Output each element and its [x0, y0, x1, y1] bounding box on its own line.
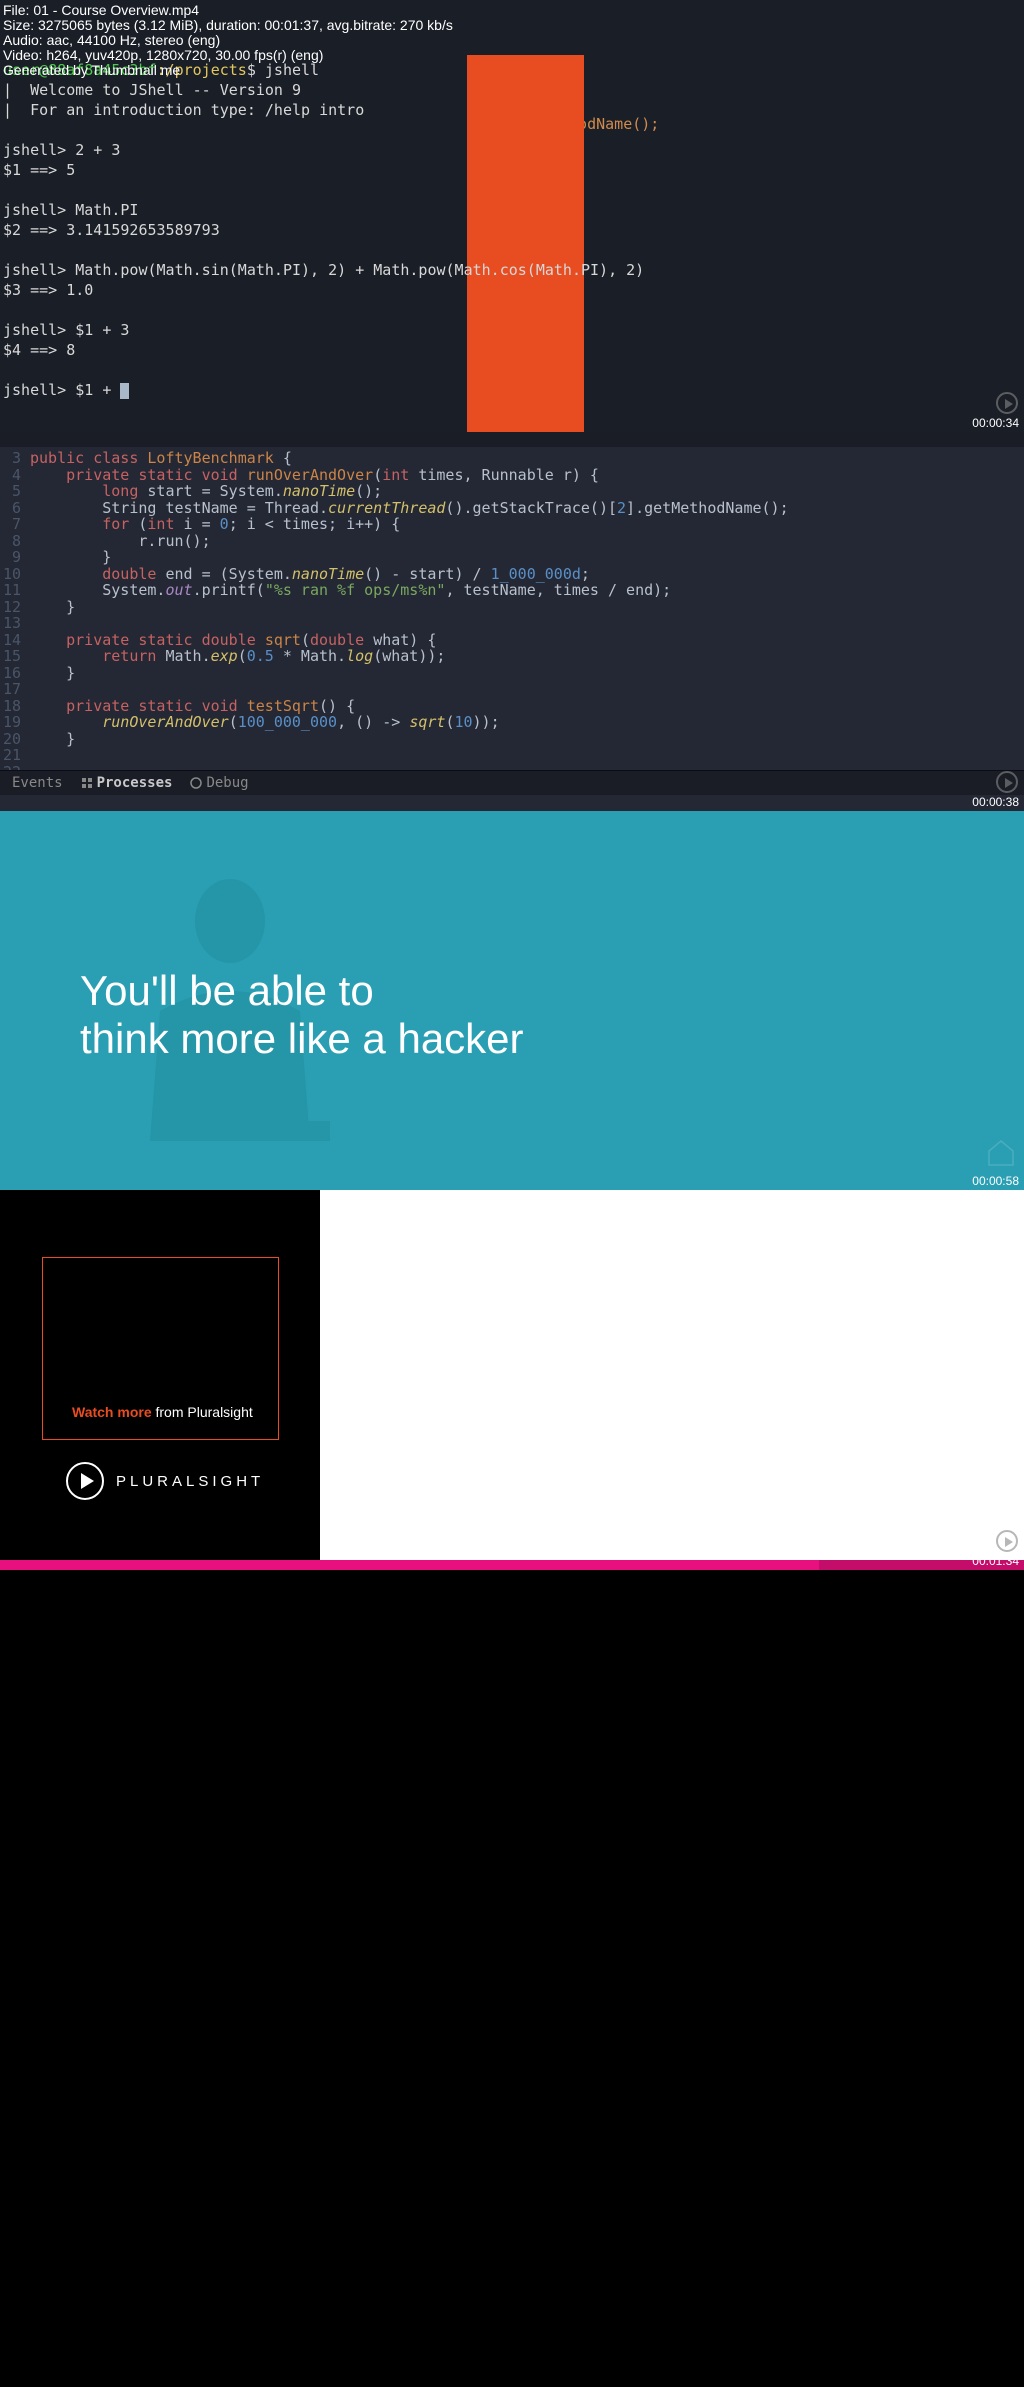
- progress-bar[interactable]: [0, 1560, 1024, 1570]
- play-icon[interactable]: [996, 392, 1018, 414]
- jshell-welcome-2: | For an introduction type: /help intro: [3, 100, 644, 120]
- play-icon[interactable]: [996, 771, 1018, 793]
- code-editor: 3 4 5 6 7 8 9 10 11 12 13 14 15 16 17 18…: [0, 447, 1024, 780]
- thumbnail-frame-4: Watch more from Pluralsight PLURALSIGHT …: [0, 1190, 1024, 1570]
- top-tab-bar: [0, 432, 1024, 447]
- meta-size: Size: 3275065 bytes (3.12 MiB), duration…: [3, 18, 453, 33]
- thumbnail-frame-1: File: 01 - Course Overview.mp4 Size: 327…: [0, 0, 1024, 432]
- terminal-cursor: [120, 383, 129, 399]
- timestamp-1: 00:00:34: [972, 416, 1019, 430]
- watermark-icon: [986, 1138, 1016, 1168]
- slogan-line-1: You'll be able to: [80, 967, 524, 1015]
- slogan-text: You'll be able to think more like a hack…: [80, 967, 524, 1063]
- line-number-gutter: 3 4 5 6 7 8 9 10 11 12 13 14 15 16 17 18…: [0, 447, 27, 780]
- timestamp-3: 00:00:58: [972, 1174, 1019, 1188]
- thumbnail-frame-2: 3 4 5 6 7 8 9 10 11 12 13 14 15 16 17 18…: [0, 432, 1024, 811]
- tab-events[interactable]: Events: [12, 775, 63, 791]
- meta-file: File: 01 - Course Overview.mp4: [3, 3, 453, 18]
- pluralsight-logo-row: PLURALSIGHT: [66, 1462, 264, 1500]
- thumbnail-frame-3: You'll be able to think more like a hack…: [0, 811, 1024, 1190]
- terminal-output: user@88af8a45c3bf:/projects$ jshell | We…: [3, 60, 644, 400]
- meta-generator: Generated by Thumbnail me: [3, 63, 453, 78]
- play-icon[interactable]: [996, 1530, 1018, 1552]
- watch-more-text: Watch more from Pluralsight: [72, 1404, 253, 1420]
- timestamp-2: 00:00:38: [972, 795, 1019, 809]
- pluralsight-endcard: Watch more from Pluralsight PLURALSIGHT: [0, 1190, 320, 1560]
- code-content: public class LoftyBenchmark { private st…: [27, 447, 1024, 780]
- meta-video: Video: h264, yuv420p, 1280x720, 30.00 fp…: [3, 48, 453, 63]
- tab-debug[interactable]: Debug: [190, 775, 248, 791]
- file-metadata: File: 01 - Course Overview.mp4 Size: 327…: [3, 3, 453, 78]
- pluralsight-wordmark: PLURALSIGHT: [116, 1473, 264, 1490]
- meta-audio: Audio: aac, 44100 Hz, stereo (eng): [3, 33, 453, 48]
- tab-processes[interactable]: Processes: [81, 775, 173, 791]
- timestamp-4: 00:01:34: [972, 1554, 1019, 1568]
- bottom-tab-bar[interactable]: Events Processes Debug: [0, 770, 1024, 795]
- slogan-line-2: think more like a hacker: [80, 1015, 524, 1063]
- jshell-welcome-1: | Welcome to JShell -- Version 9: [3, 80, 644, 100]
- pluralsight-play-icon: [66, 1462, 104, 1500]
